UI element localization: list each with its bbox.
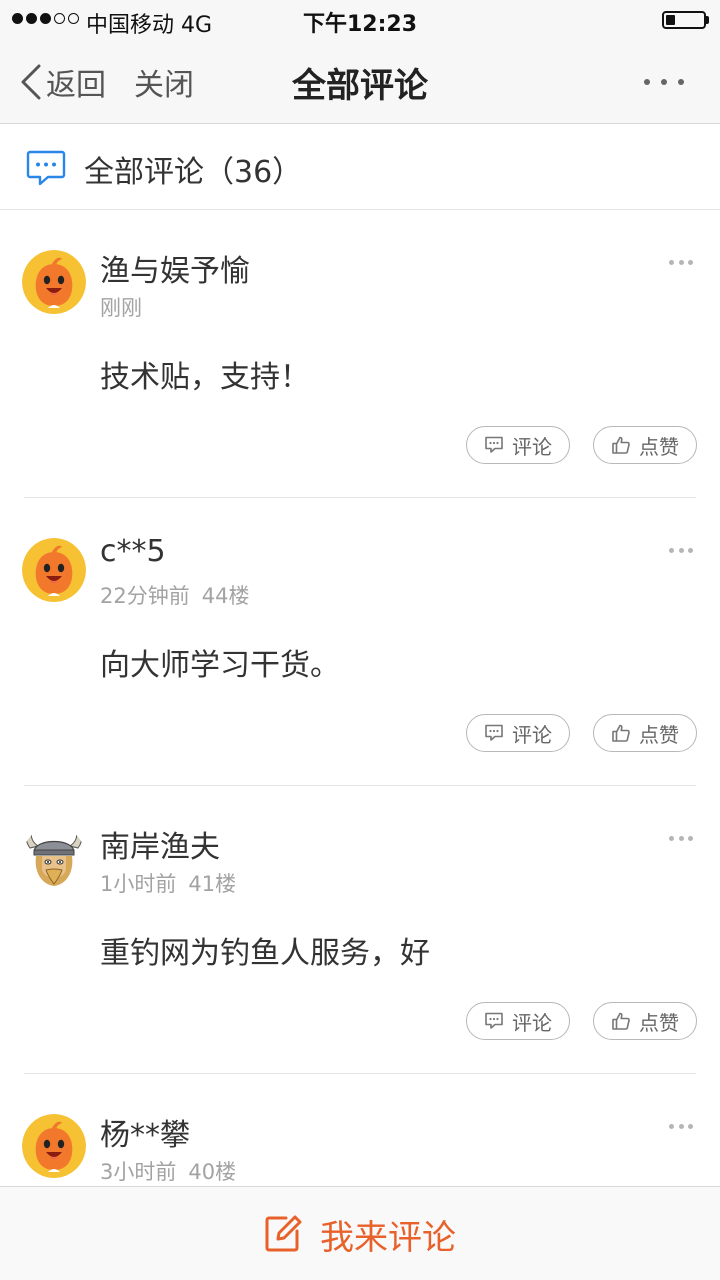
comment-username[interactable]: 渔与娱予愉 bbox=[100, 246, 250, 290]
comment-username[interactable]: 南岸渔夫 bbox=[100, 822, 220, 866]
comment-more-icon[interactable] bbox=[669, 836, 693, 842]
comment-floor: 40楼 bbox=[188, 1160, 237, 1184]
viking-avatar-icon bbox=[22, 826, 86, 890]
reply-label: 评论 bbox=[512, 722, 552, 747]
comment-bubble-icon bbox=[26, 150, 66, 186]
like-button[interactable]: 点赞 bbox=[593, 426, 697, 464]
like-label: 点赞 bbox=[639, 722, 679, 747]
close-button[interactable]: 关闭 bbox=[134, 60, 194, 104]
comment-item: 杨**攀 3小时前 40楼 bbox=[0, 1074, 720, 1186]
comment-username[interactable]: c**5 bbox=[100, 534, 166, 569]
like-label: 点赞 bbox=[639, 1010, 679, 1035]
nav-bar: 返回 关闭 全部评论 bbox=[0, 40, 720, 124]
avatar[interactable] bbox=[22, 250, 86, 314]
comment-text: 向大师学习干货。 bbox=[100, 648, 340, 683]
comment-more-icon[interactable] bbox=[669, 260, 693, 266]
comment-floor: 44楼 bbox=[201, 584, 250, 608]
thumbs-up-icon bbox=[612, 724, 630, 742]
bottom-bar: 我来评论 bbox=[0, 1186, 720, 1280]
avatar[interactable] bbox=[22, 826, 86, 890]
comments-header: 全部评论（36） bbox=[0, 125, 720, 210]
battery-tip bbox=[706, 16, 709, 24]
comment-text: 技术贴，支持！ bbox=[100, 360, 310, 395]
avatar[interactable] bbox=[22, 538, 86, 602]
mascot-avatar-icon bbox=[22, 538, 86, 602]
comment-time: 22分钟前 bbox=[100, 584, 190, 608]
comment-more-icon[interactable] bbox=[669, 1124, 693, 1130]
battery-icon bbox=[662, 11, 706, 29]
comment-floor: 41楼 bbox=[188, 872, 237, 896]
comment-username[interactable]: 杨**攀 bbox=[100, 1110, 190, 1154]
comment-item: 渔与娱予愉 刚刚 技术贴，支持！ 评论 点赞 bbox=[0, 210, 720, 498]
status-bar: 中国移动 4G 下午12:23 bbox=[0, 0, 720, 40]
reply-label: 评论 bbox=[512, 434, 552, 459]
chevron-left-icon bbox=[21, 64, 41, 100]
reply-label: 评论 bbox=[512, 1010, 552, 1035]
comment-time: 刚刚 bbox=[100, 296, 142, 320]
mascot-avatar-icon bbox=[22, 1114, 86, 1178]
comments-count-title: 全部评论（36） bbox=[84, 155, 303, 190]
write-comment-button[interactable]: 我来评论 bbox=[0, 1187, 720, 1280]
comment-meta: 22分钟前 44楼 bbox=[100, 580, 249, 610]
comment-icon bbox=[485, 436, 503, 453]
comment-text: 重钓网为钓鱼人服务，好 bbox=[100, 936, 430, 971]
more-dots-icon[interactable] bbox=[644, 74, 684, 90]
back-label: 返回 bbox=[46, 68, 106, 103]
reply-button[interactable]: 评论 bbox=[466, 426, 570, 464]
like-label: 点赞 bbox=[639, 434, 679, 459]
like-button[interactable]: 点赞 bbox=[593, 1002, 697, 1040]
reply-button[interactable]: 评论 bbox=[466, 714, 570, 752]
status-time: 下午12:23 bbox=[302, 12, 418, 37]
back-button[interactable]: 返回 bbox=[20, 62, 106, 103]
comment-meta: 3小时前 40楼 bbox=[100, 1156, 236, 1186]
comment-icon bbox=[485, 724, 503, 741]
like-button[interactable]: 点赞 bbox=[593, 714, 697, 752]
thumbs-up-icon bbox=[612, 1012, 630, 1030]
edit-icon bbox=[265, 1215, 302, 1252]
write-comment-label: 我来评论 bbox=[320, 1217, 456, 1258]
reply-button[interactable]: 评论 bbox=[466, 1002, 570, 1040]
comment-item: 南岸渔夫 1小时前 41楼 重钓网为钓鱼人服务，好 评论 点赞 bbox=[0, 786, 720, 1074]
avatar[interactable] bbox=[22, 1114, 86, 1178]
comment-time: 1小时前 bbox=[100, 872, 177, 896]
comment-icon bbox=[485, 1012, 503, 1029]
mascot-avatar-icon bbox=[22, 250, 86, 314]
comment-meta: 1小时前 41楼 bbox=[100, 868, 236, 898]
thumbs-up-icon bbox=[612, 436, 630, 454]
page-title: 全部评论 bbox=[292, 66, 428, 106]
comment-item: c**5 22分钟前 44楼 向大师学习干货。 评论 点赞 bbox=[0, 498, 720, 786]
comment-meta: 刚刚 bbox=[100, 292, 142, 322]
comment-more-icon[interactable] bbox=[669, 548, 693, 554]
comment-time: 3小时前 bbox=[100, 1160, 177, 1184]
